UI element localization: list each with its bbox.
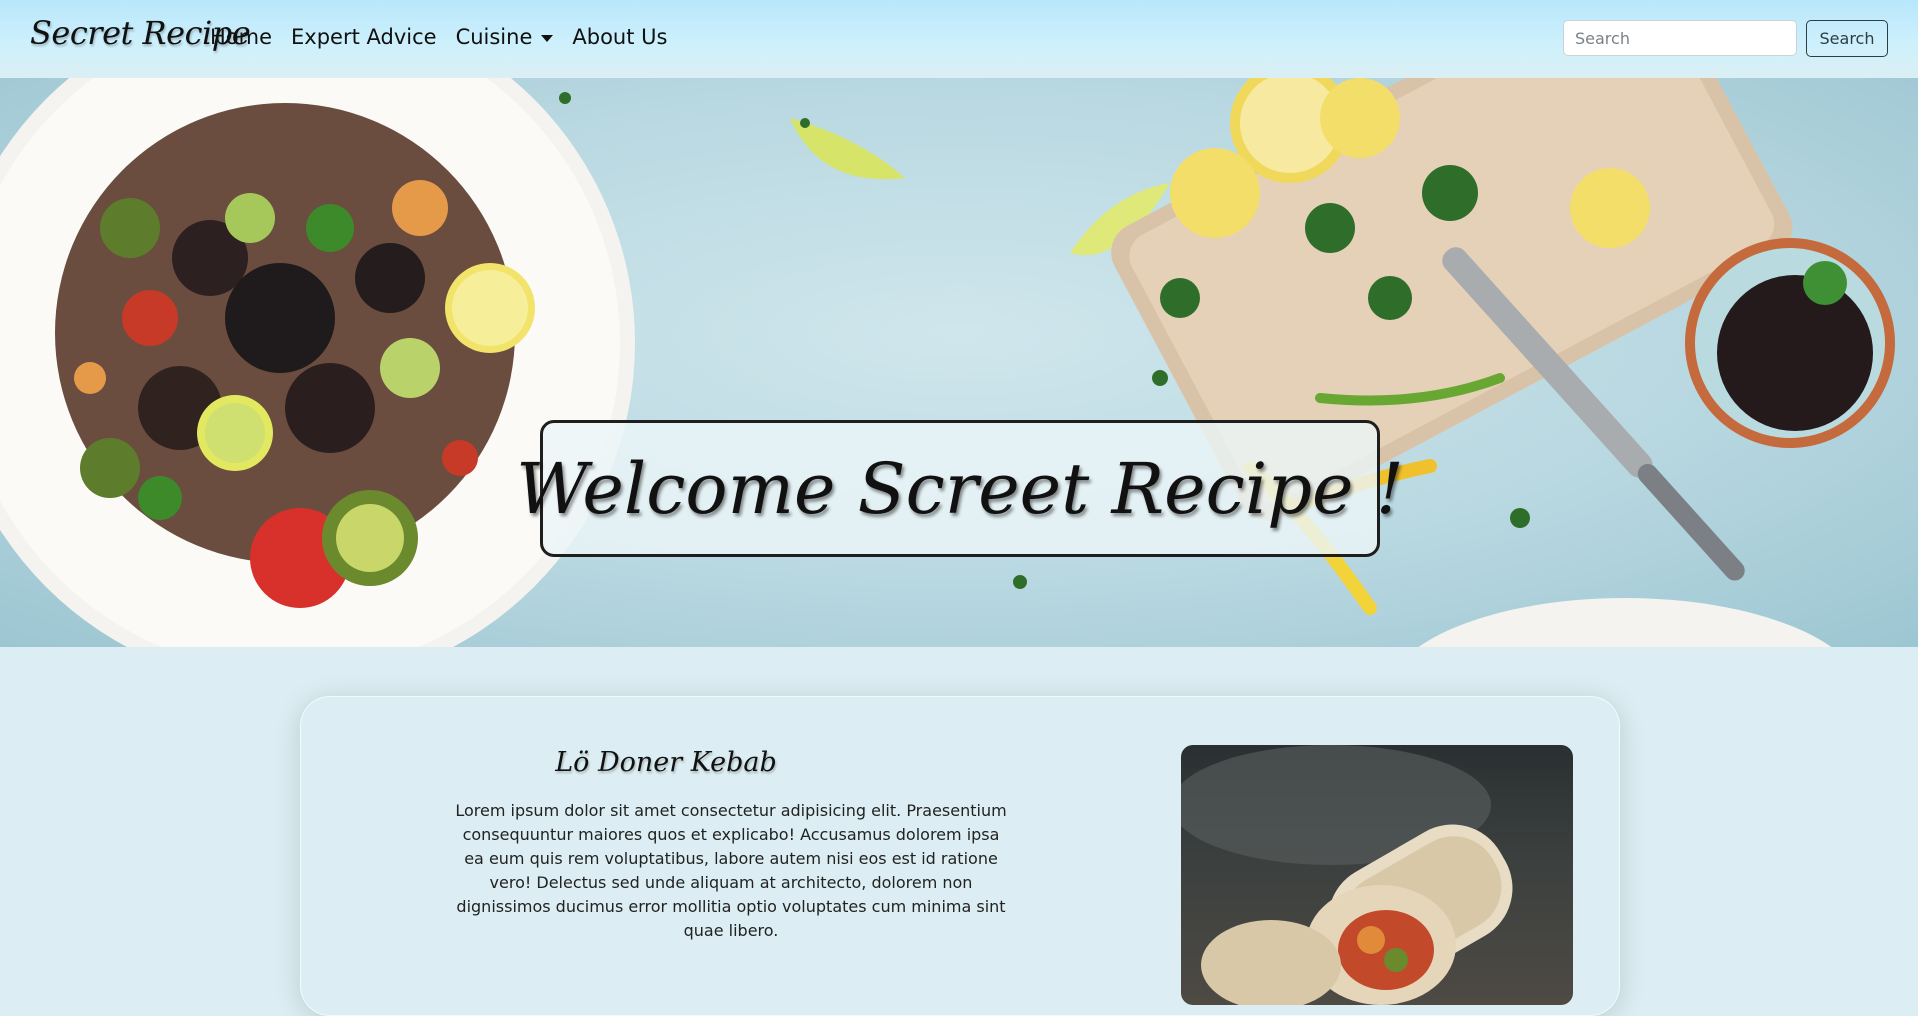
nav-dropdown-cuisine[interactable]: Cuisine [456,25,554,49]
recipe-description: Lorem ipsum dolor sit amet consectetur a… [455,801,1007,940]
navbar: Secret Recipe Home Expert Advice Cuisine… [0,0,1918,78]
doner-kebab-image [1181,745,1513,1005]
hero-banner: Welcome Screet Recipe ! [0,78,1918,647]
caret-down-icon [541,34,554,42]
search-input[interactable] [1563,20,1797,56]
nav-link-expert-advice[interactable]: Expert Advice [291,25,437,49]
recipe-title: Lö Doner Kebab [555,747,777,778]
hero-food-image [0,78,1895,647]
search-button[interactable]: Search [1806,20,1888,57]
nav-link-about-us[interactable]: About Us [572,25,667,49]
nav-links: Home Expert Advice Cuisine About Us [210,25,686,49]
nav-link-cuisine-label: Cuisine [455,25,533,49]
welcome-banner: Welcome Screet Recipe ! [516,420,1404,557]
welcome-heading: Welcome Screet Recipe ! [516,447,1404,530]
recipe-image [1181,745,1573,1005]
nav-link-home[interactable]: Home [210,25,272,49]
recipe-card: Lö Doner Kebab Lorem ipsum dolor sit ame… [300,696,1620,1016]
